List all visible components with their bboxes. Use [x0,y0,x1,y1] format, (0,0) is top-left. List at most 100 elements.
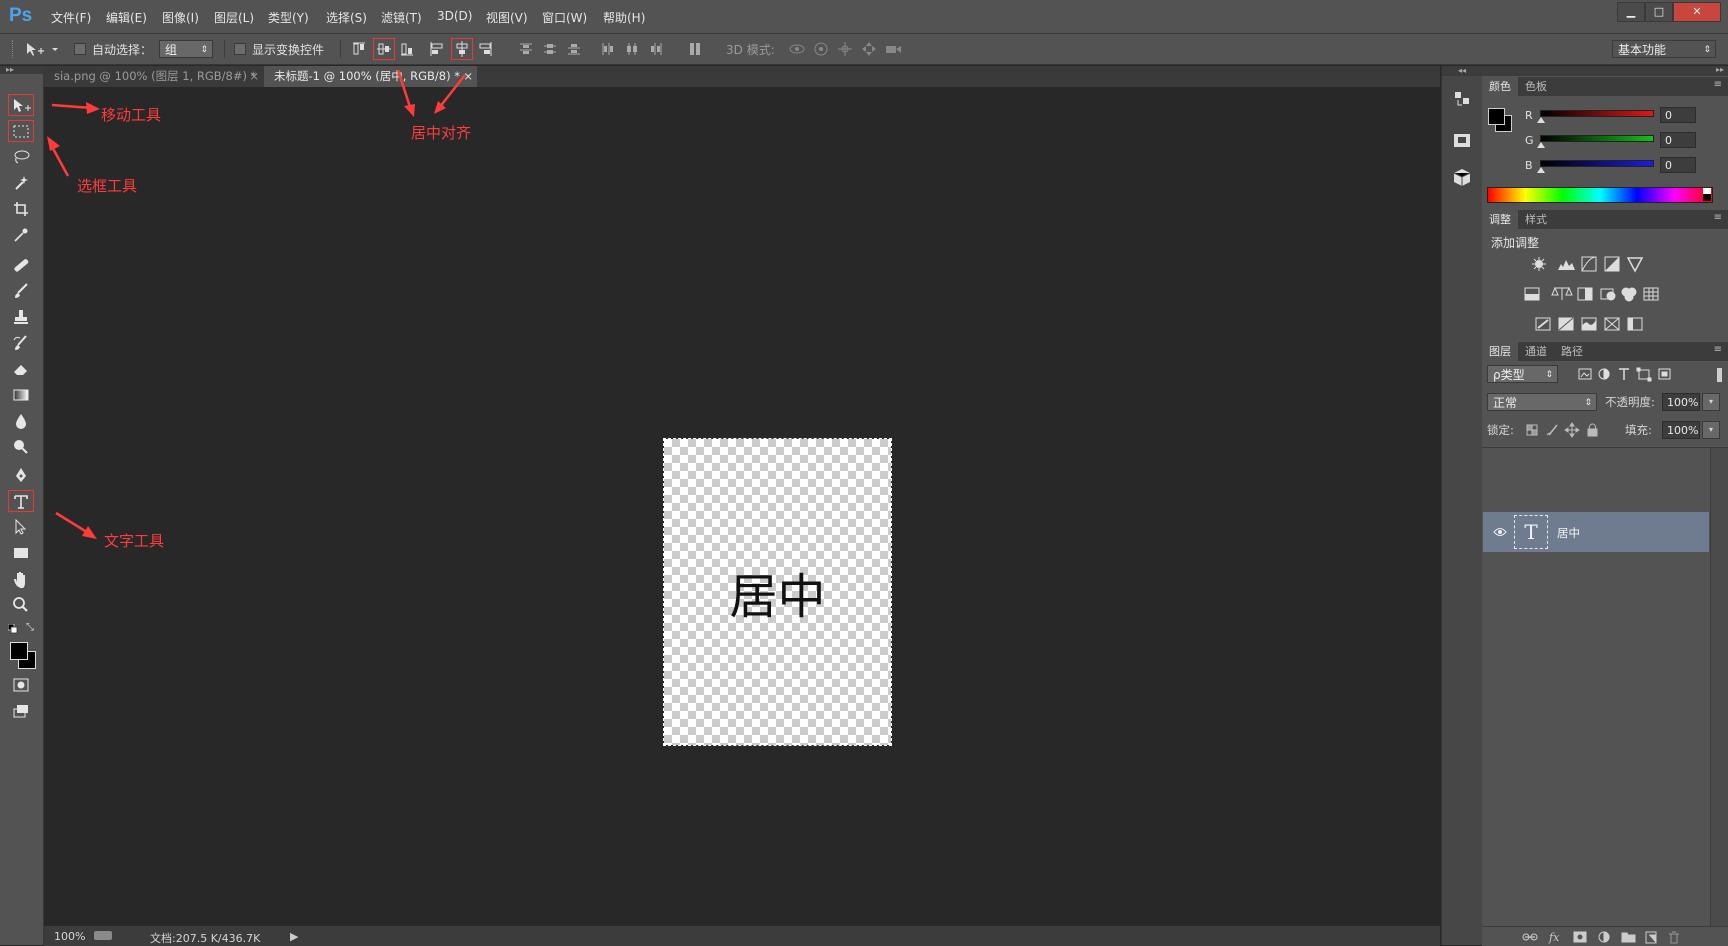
quick-mask-button[interactable] [8,674,34,696]
maximize-button[interactable]: □ [1645,2,1673,22]
dock-collapse-icon[interactable]: ◂◂ [1442,66,1482,76]
tab-close-icon[interactable]: × [463,66,473,87]
zoom-level[interactable]: 100% [54,930,85,943]
channel-value-g[interactable]: 0 [1660,132,1696,148]
filter-type-icon[interactable] [1619,368,1629,380]
align-vertical-centers-button[interactable] [373,38,395,60]
channel-value-r[interactable]: 0 [1660,107,1696,123]
selective-color-icon[interactable] [1627,317,1643,331]
photo-filter-icon[interactable] [1600,288,1616,301]
layers-scrollbar[interactable] [1711,448,1728,926]
tab-channels[interactable]: 通道 [1518,342,1554,361]
vibrance-icon[interactable] [1626,257,1644,273]
3d-slide-button[interactable] [859,39,879,59]
hand-tool[interactable] [8,568,34,590]
hue-saturation-icon[interactable] [1524,287,1540,301]
gradient-tool[interactable] [8,384,34,406]
pen-tool[interactable] [8,464,34,486]
healing-brush-tool[interactable] [8,254,34,276]
minimize-button[interactable]: ▁ [1617,2,1645,22]
3d-rotate-button[interactable] [787,39,807,59]
opacity-dropdown-icon[interactable]: ▾ [1702,393,1720,411]
tab-untitled-1[interactable]: 未标题-1 @ 100% (居中, RGB/8) * × [264,66,477,87]
layer-filter-dropdown[interactable]: ρ类型 ⇕ [1487,365,1558,383]
blur-tool[interactable] [8,410,34,432]
align-right-edges-button[interactable] [475,39,495,59]
invert-icon[interactable] [1535,317,1551,331]
spectrum-black-chip[interactable] [1703,194,1711,201]
tab-close-icon[interactable]: × [249,66,259,87]
align-left-edges-button[interactable] [427,39,447,59]
screen-mode-button[interactable] [8,700,34,722]
menu-item-5[interactable]: 选择(S) [326,9,367,26]
status-menu-arrow[interactable]: ▶ [290,930,298,943]
move-tool[interactable] [8,94,34,116]
align-top-edges-button[interactable] [349,39,369,59]
3d-pan-button[interactable] [835,39,855,59]
link-layers-icon[interactable] [1522,933,1538,941]
menu-item-6[interactable]: 滤镜(T) [381,9,422,26]
3d-roll-button[interactable] [811,39,831,59]
new-layer-icon[interactable] [1645,931,1657,944]
menu-item-8[interactable]: 视图(V) [486,9,528,26]
menu-item-2[interactable]: 图像(I) [162,9,199,26]
align-horizontal-centers-button[interactable] [451,38,473,60]
default-colors-icon[interactable] [7,623,18,634]
auto-select-checkbox[interactable] [74,43,86,55]
layer-visibility-eye-icon[interactable] [1493,526,1507,538]
layer-row[interactable]: T 居中 [1483,512,1709,552]
opacity-input[interactable]: 100% [1662,393,1700,411]
canvas-text-layer[interactable]: 居中 [664,557,891,627]
filter-shape-icon[interactable] [1636,367,1652,382]
channel-slider-thumb[interactable] [1537,167,1545,173]
swap-colors-icon[interactable]: ⤡ [26,622,38,634]
black-white-icon[interactable] [1577,287,1593,301]
channel-slider-b[interactable] [1540,160,1654,167]
threshold-icon[interactable] [1581,317,1597,331]
marquee-tool[interactable] [8,120,34,142]
panel-menu-icon[interactable]: ≡ [1714,344,1722,355]
panel-menu-icon[interactable]: ≡ [1714,79,1722,90]
foreground-color-swatch[interactable] [10,642,28,660]
color-spectrum-bar[interactable] [1487,187,1713,203]
layer-style-fx-icon[interactable]: fx [1548,931,1560,944]
eyedropper-tool[interactable] [8,224,34,246]
status-preview-icon[interactable] [94,931,112,940]
history-panel-button[interactable] [1450,88,1474,112]
properties-panel-button[interactable] [1450,128,1474,152]
canvas-area[interactable]: 居中 [44,87,1440,925]
panel-menu-icon[interactable]: ≡ [1714,212,1722,223]
dodge-tool[interactable] [8,436,34,458]
rectangle-tool[interactable] [8,542,34,564]
new-adjustment-layer-icon[interactable] [1598,931,1610,943]
channel-slider-g[interactable] [1540,135,1654,142]
tab-layers[interactable]: 图层 [1482,342,1518,361]
distribute-top-button[interactable] [516,39,536,59]
lock-pixels-icon[interactable] [1546,424,1558,436]
levels-icon[interactable] [1558,260,1575,270]
filter-adjustment-icon[interactable] [1598,368,1610,380]
menu-item-9[interactable]: 窗口(W) [542,9,587,26]
history-brush-tool[interactable] [8,332,34,354]
magic-wand-tool[interactable] [8,172,34,194]
channel-slider-thumb[interactable] [1537,117,1545,123]
document-canvas[interactable]: 居中 [663,438,892,746]
lasso-tool[interactable] [8,146,34,168]
distribute-vcenter-button[interactable] [540,39,560,59]
distribute-right-button[interactable] [646,39,666,59]
channel-slider-thumb[interactable] [1537,142,1545,148]
close-window-button[interactable]: ✕ [1673,2,1721,22]
filter-toggle[interactable] [1717,368,1722,382]
eraser-tool[interactable] [8,358,34,380]
tab-adjustments[interactable]: 调整 [1482,210,1518,229]
filter-smart-object-icon[interactable] [1658,368,1671,380]
auto-select-dropdown[interactable]: 组 ⇕ [159,40,213,58]
posterize-icon[interactable] [1558,317,1574,331]
brush-tool[interactable] [8,280,34,302]
lock-transparent-icon[interactable] [1526,424,1538,436]
new-group-icon[interactable] [1621,932,1636,943]
tab-swatches[interactable]: 色板 [1518,77,1554,96]
workspace-dropdown[interactable]: 基本功能 ⇕ [1612,40,1716,58]
channel-value-b[interactable]: 0 [1660,157,1696,173]
distribute-hcenter-button[interactable] [622,39,642,59]
